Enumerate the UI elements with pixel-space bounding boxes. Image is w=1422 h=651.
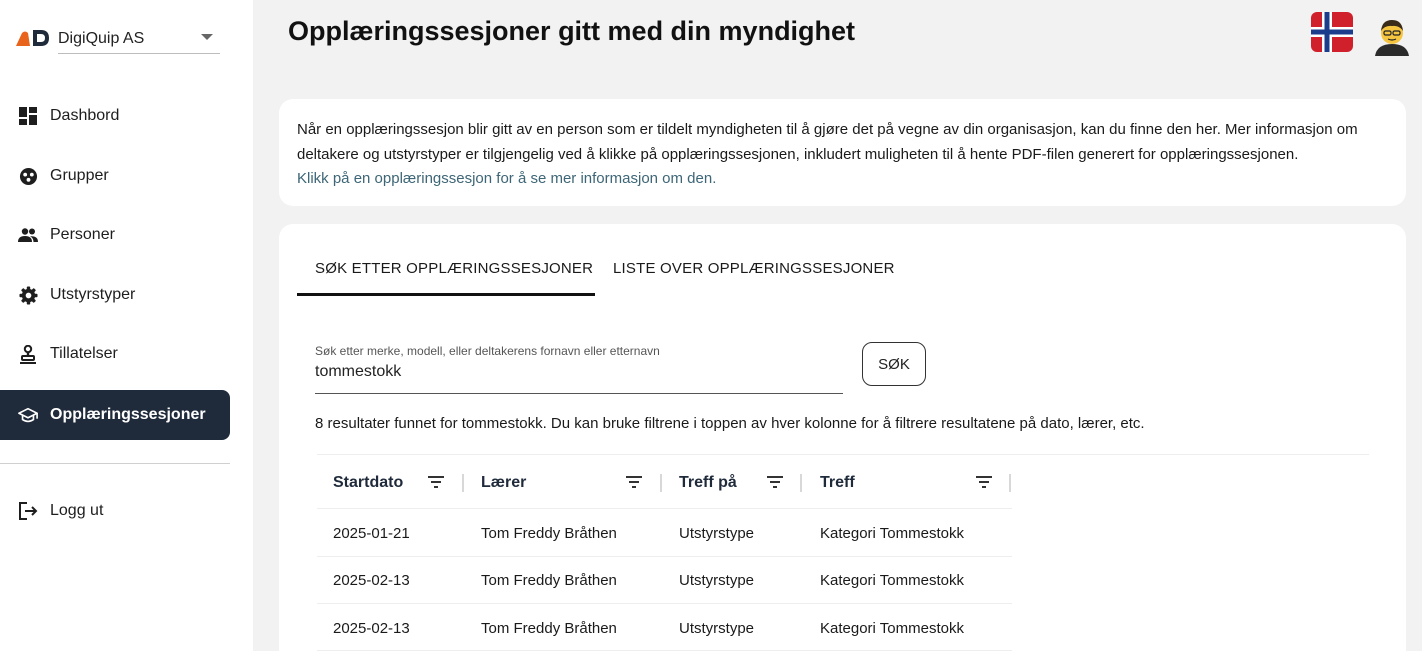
cell-laerer: Tom Freddy Bråthen <box>481 572 617 589</box>
row-divider <box>317 603 1012 604</box>
sidebar-item-label: Grupper <box>50 167 109 184</box>
sidebar-item-permissions[interactable]: Tillatelser <box>0 329 230 379</box>
active-tab-indicator <box>297 293 595 296</box>
chevron-down-icon <box>201 34 213 40</box>
cell-treff-paa: Utstyrstype <box>679 572 755 589</box>
groups-icon <box>18 166 38 186</box>
digiquip-logo <box>16 30 49 46</box>
tab-search-sessions[interactable]: SØK ETTER OPPLÆRINGSSESJONER <box>315 260 593 277</box>
header-row-divider <box>317 508 1012 509</box>
tab-list-sessions[interactable]: LISTE OVER OPPLÆRINGSSESJONER <box>613 260 895 277</box>
search-button[interactable]: SØK <box>862 342 926 386</box>
sidebar-item-training-sessions[interactable]: Opplæringssesjoner <box>0 390 230 440</box>
logout-label: Logg ut <box>50 502 104 519</box>
filter-icon[interactable] <box>428 475 444 489</box>
table-top-border <box>317 454 1369 455</box>
column-separator[interactable] <box>462 474 464 492</box>
dashboard-icon <box>18 106 38 126</box>
results-summary: 8 resultater funnet for tommestokk. Du k… <box>315 415 1145 432</box>
info-hint: Klikk på en opplæringssesjon for å se me… <box>297 170 717 187</box>
norway-flag-icon <box>1311 12 1353 52</box>
logout-icon <box>18 501 38 521</box>
filter-icon[interactable] <box>767 475 783 489</box>
people-icon <box>18 225 38 245</box>
language-flag-button[interactable] <box>1311 12 1353 52</box>
search-card: SØK ETTER OPPLÆRINGSSESJONER LISTE OVER … <box>279 224 1406 651</box>
cell-startdato: 2025-02-13 <box>333 572 410 589</box>
column-header-laerer[interactable]: Lærer <box>481 474 526 492</box>
cell-laerer: Tom Freddy Bråthen <box>481 620 617 637</box>
cell-laerer: Tom Freddy Bråthen <box>481 525 617 542</box>
school-icon <box>18 405 38 425</box>
sidebar-item-equipment-types[interactable]: Utstyrstyper <box>0 270 230 320</box>
sidebar-item-people[interactable]: Personer <box>0 210 230 260</box>
cell-treff: Kategori Tommestokk <box>820 620 964 637</box>
column-header-treff[interactable]: Treff <box>820 474 855 492</box>
user-avatar[interactable] <box>1371 14 1413 56</box>
search-input-underline <box>315 393 843 394</box>
nav-divider <box>0 463 230 464</box>
cell-startdato: 2025-01-21 <box>333 525 410 542</box>
sidebar-item-label: Tillatelser <box>50 345 118 362</box>
info-text: Når en opplæringssesjon blir gitt av en … <box>297 121 1358 163</box>
org-name: DigiQuip AS <box>58 30 145 47</box>
cell-startdato: 2025-02-13 <box>333 620 410 637</box>
gear-icon <box>18 285 38 305</box>
column-header-treff-paa[interactable]: Treff på <box>679 474 737 492</box>
cell-treff: Kategori Tommestokk <box>820 572 964 589</box>
cell-treff-paa: Utstyrstype <box>679 525 755 542</box>
sidebar-item-groups[interactable]: Grupper <box>0 151 230 201</box>
cell-treff: Kategori Tommestokk <box>820 525 964 542</box>
search-label: Søk etter merke, modell, eller deltakere… <box>315 344 660 358</box>
filter-icon[interactable] <box>976 475 992 489</box>
org-select-underline <box>58 53 220 54</box>
column-separator[interactable] <box>800 474 802 492</box>
sidebar-item-label: Dashbord <box>50 107 120 124</box>
sidebar-item-label: Opplæringssesjoner <box>50 406 206 423</box>
sidebar-item-dashboard[interactable]: Dashbord <box>0 91 230 141</box>
info-card: Når en opplæringssesjon blir gitt av en … <box>279 99 1406 206</box>
page-title: Opplæringssesjoner gitt med din myndighe… <box>288 16 856 46</box>
sidebar-item-label: Personer <box>50 226 115 243</box>
logout-button[interactable]: Logg ut <box>0 486 230 536</box>
sidebar: DigiQuip AS Dashbord Grupper Personer Ut… <box>0 0 253 651</box>
column-separator[interactable] <box>1009 474 1011 492</box>
search-input[interactable] <box>315 363 843 381</box>
cell-treff-paa: Utstyrstype <box>679 620 755 637</box>
sidebar-item-label: Utstyrstyper <box>50 286 136 303</box>
avatar-icon <box>1371 14 1413 56</box>
permission-icon <box>18 344 38 364</box>
filter-icon[interactable] <box>626 475 642 489</box>
column-header-startdato[interactable]: Startdato <box>333 474 403 492</box>
column-separator[interactable] <box>660 474 662 492</box>
org-selector[interactable]: DigiQuip AS <box>14 26 220 54</box>
row-divider <box>317 556 1012 557</box>
